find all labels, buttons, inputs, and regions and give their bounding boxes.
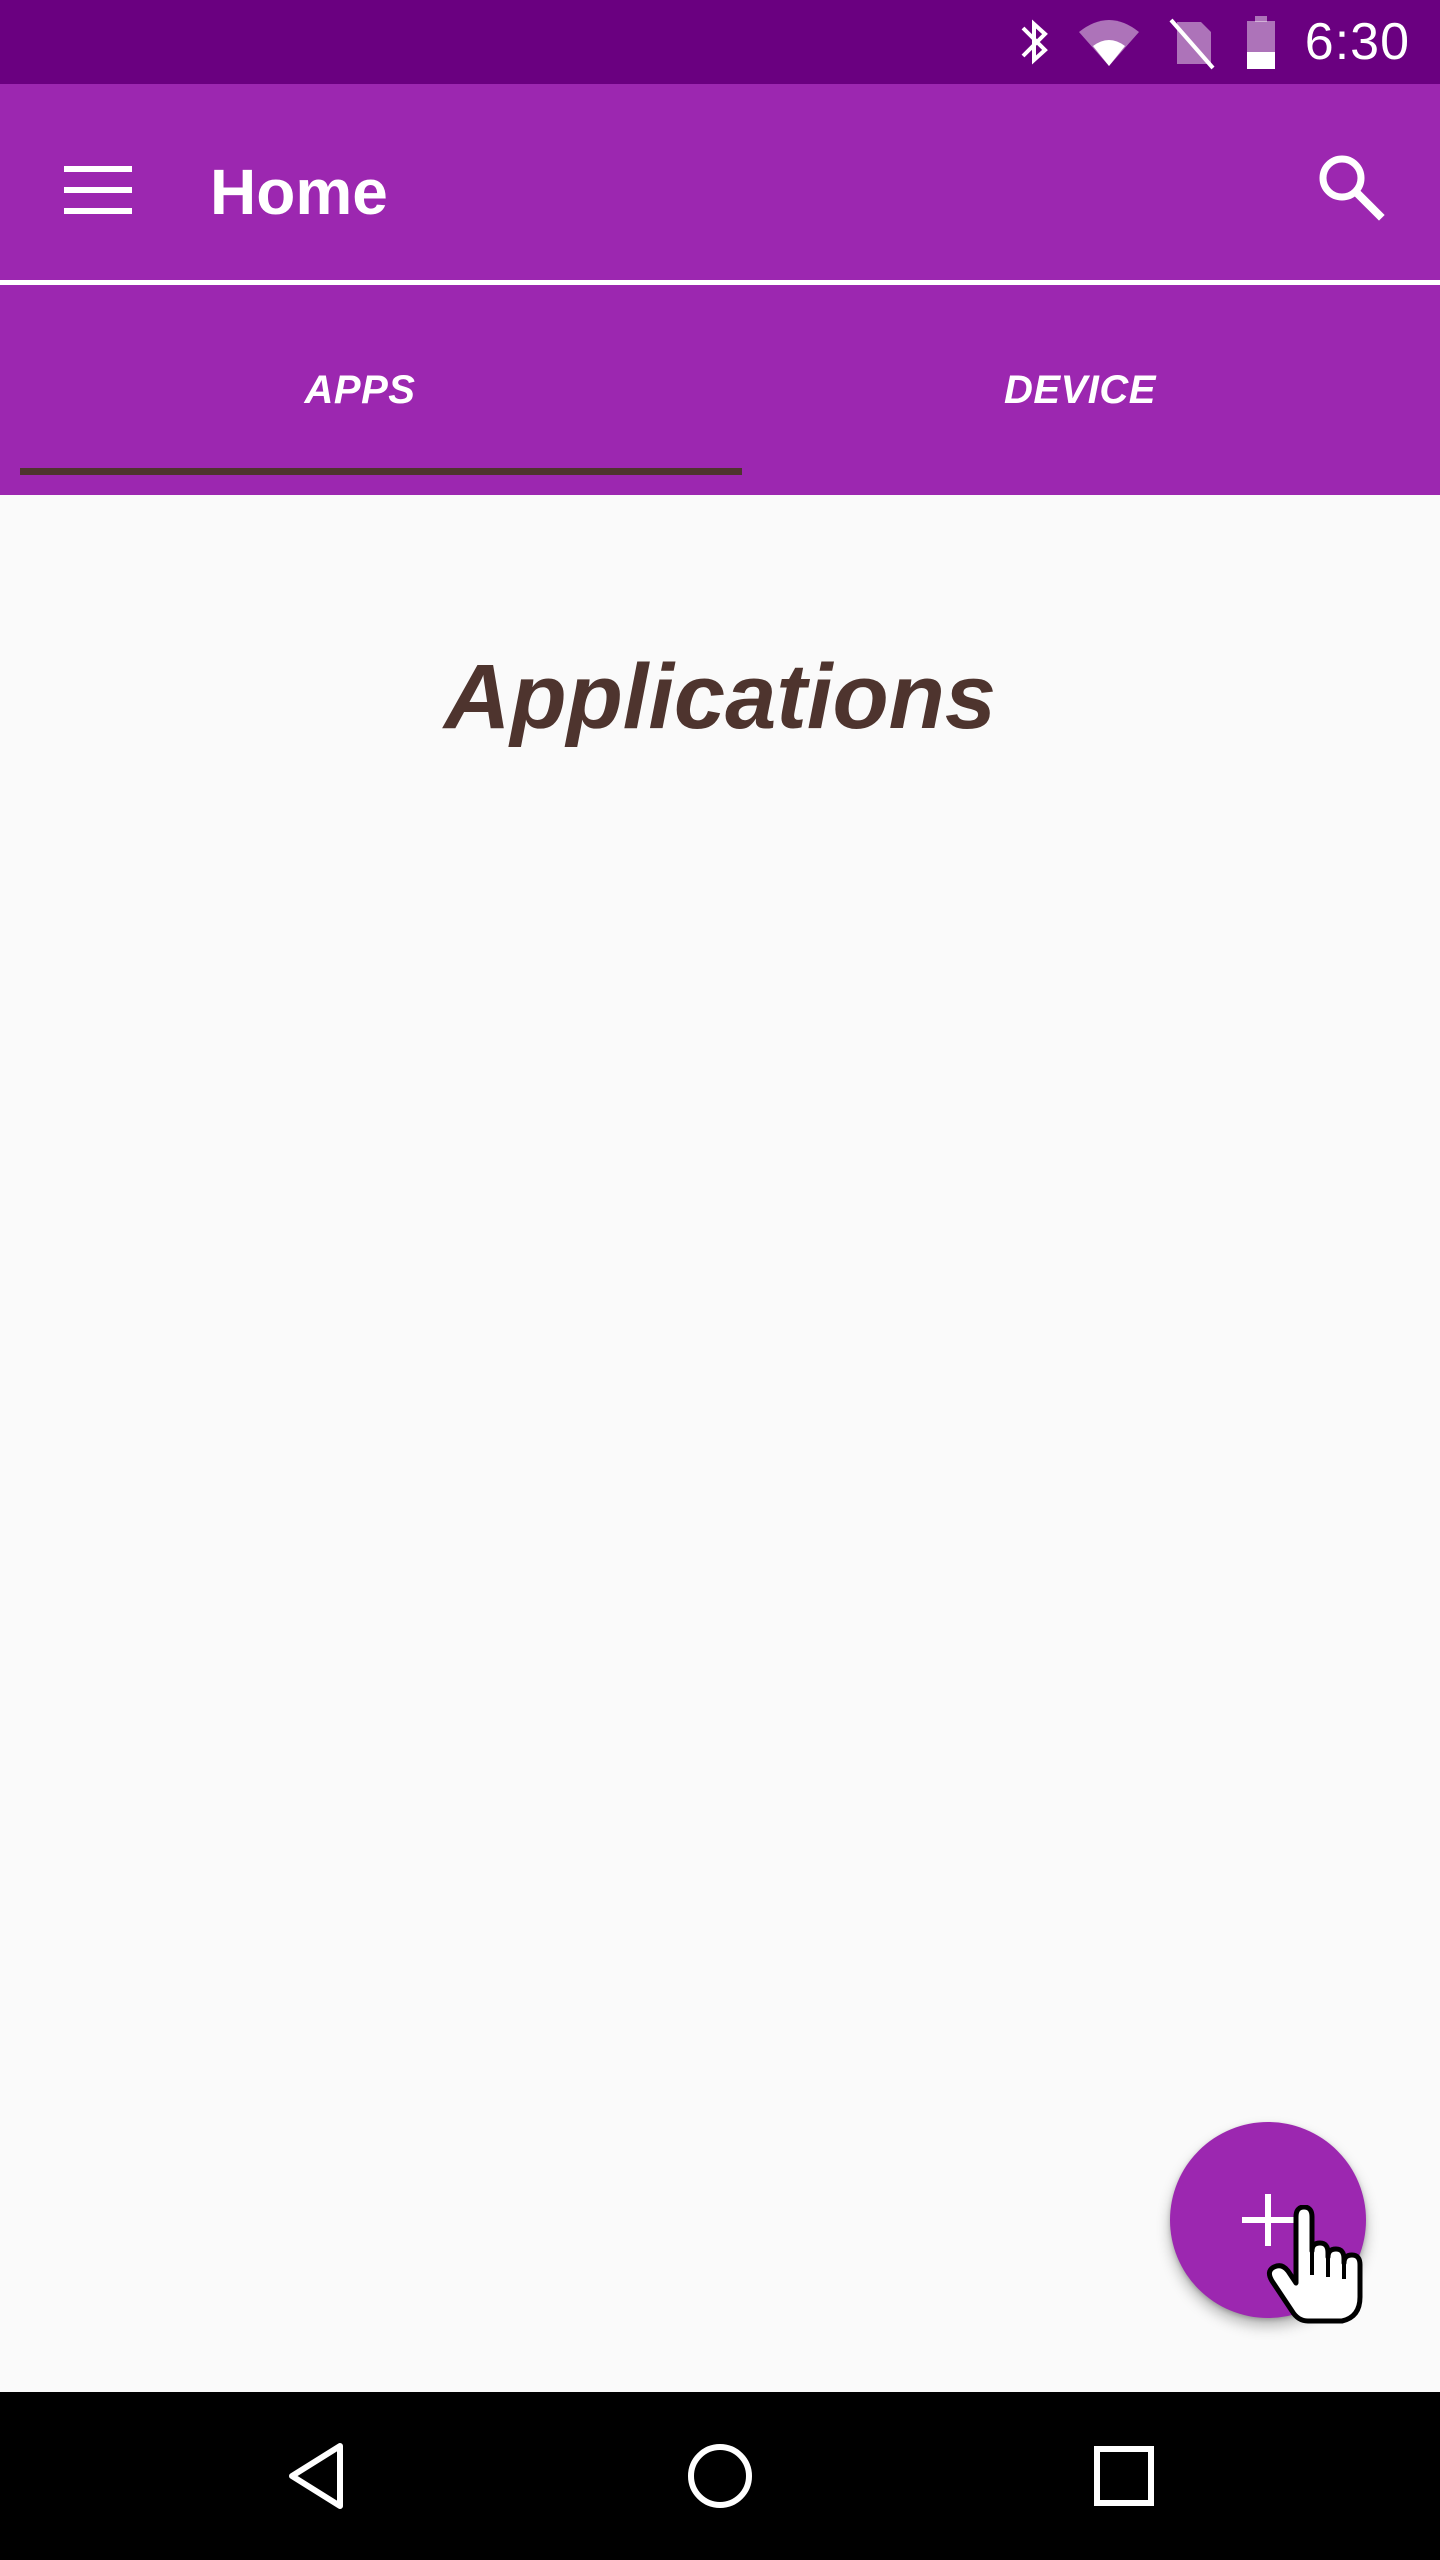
bluetooth-icon — [1019, 14, 1051, 70]
menu-button[interactable] — [50, 142, 146, 238]
search-icon — [1319, 155, 1385, 221]
menu-icon — [64, 166, 132, 214]
back-button[interactable] — [266, 2426, 366, 2526]
hand-cursor-icon — [1266, 2205, 1363, 2324]
app-bar: Home — [0, 84, 1440, 280]
tab-device[interactable]: DEVICE — [720, 285, 1440, 495]
tab-apps-label: APPS — [304, 367, 416, 412]
recents-icon — [1094, 2446, 1154, 2506]
search-button[interactable] — [1302, 138, 1398, 234]
status-time: 6:30 — [1304, 13, 1410, 71]
tab-device-label: DEVICE — [1004, 367, 1156, 412]
main-content: Applications — [0, 495, 1440, 2392]
tab-apps[interactable]: APPS — [0, 285, 720, 495]
navigation-bar — [0, 2392, 1440, 2560]
screen: 6:30 Home APPS DEVICE Applications — [0, 0, 1440, 2560]
wifi-icon — [1077, 14, 1141, 70]
recents-button[interactable] — [1074, 2426, 1174, 2526]
no-sim-icon — [1167, 14, 1217, 70]
tab-indicator — [20, 468, 742, 475]
tab-bar: APPS DEVICE — [0, 285, 1440, 495]
section-heading: Applications — [443, 646, 997, 748]
home-icon — [688, 2444, 752, 2508]
battery-icon — [1243, 14, 1279, 70]
back-icon — [289, 2443, 343, 2509]
page-title: Home — [210, 156, 388, 228]
home-button[interactable] — [670, 2426, 770, 2526]
status-bar: 6:30 — [0, 0, 1440, 84]
